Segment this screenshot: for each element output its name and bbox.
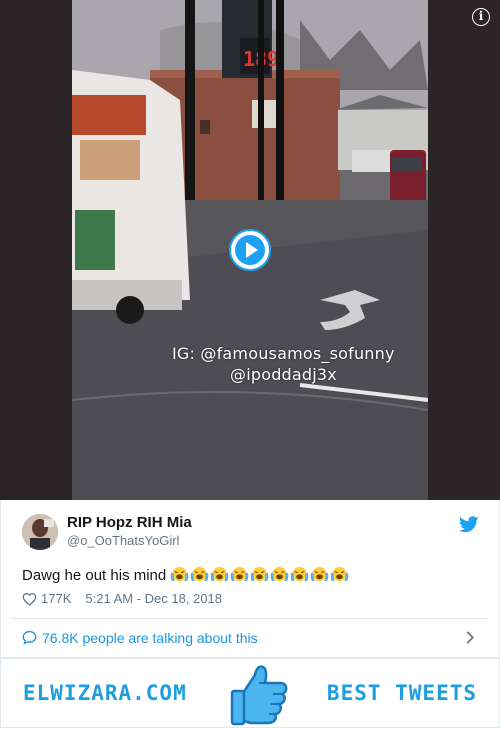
loudly-crying-face-icon xyxy=(311,566,329,582)
tweet-meta: 177K 5:21 AM - Dec 18, 2018 xyxy=(22,591,222,606)
loudly-crying-face-icon xyxy=(331,566,349,582)
play-button[interactable] xyxy=(229,229,271,271)
thumbs-up-icon xyxy=(230,665,288,726)
avatar[interactable] xyxy=(22,514,58,550)
tweet-text-body: Dawg he out his mind xyxy=(22,567,167,584)
video-player[interactable]: 189 i IG: @famousamos_sofunny @ipoddadj3… xyxy=(0,0,500,500)
video-watermark-line1: IG: @famousamos_sofunny xyxy=(172,344,395,363)
video-watermark-line2: @ipoddadj3x xyxy=(230,365,337,384)
best-tweets-label: BEST TWEETS xyxy=(326,681,477,705)
heart-icon[interactable] xyxy=(22,592,37,606)
tweet-text: Dawg he out his mind xyxy=(22,566,350,584)
play-icon xyxy=(235,235,265,265)
loudly-crying-face-icon xyxy=(271,566,289,582)
user-handle[interactable]: @o_OoThatsYoGirl xyxy=(67,533,179,548)
tweet-card[interactable]: RIP Hopz RIH Mia @o_OoThatsYoGirl Dawg h… xyxy=(0,500,500,658)
talking-about-text[interactable]: 76.8K people are talking about this xyxy=(42,630,258,646)
site-banner[interactable]: ELWIZARA.COM BEST TWEETS xyxy=(0,658,500,728)
conversation-link[interactable]: 76.8K people are talking about this xyxy=(1,619,499,657)
info-icon[interactable]: i xyxy=(472,8,490,26)
tweet-timestamp[interactable]: 5:21 AM - Dec 18, 2018 xyxy=(85,591,222,606)
loudly-crying-face-icon xyxy=(191,566,209,582)
loudly-crying-face-icon xyxy=(171,566,189,582)
emoji-row xyxy=(170,566,350,584)
site-name[interactable]: ELWIZARA.COM xyxy=(23,681,187,705)
chat-bubble-icon xyxy=(22,630,37,645)
loudly-crying-face-icon xyxy=(251,566,269,582)
loudly-crying-face-icon xyxy=(291,566,309,582)
like-count[interactable]: 177K xyxy=(41,591,71,606)
loudly-crying-face-icon xyxy=(211,566,229,582)
user-display-name[interactable]: RIP Hopz RIH Mia xyxy=(67,514,192,531)
loudly-crying-face-icon xyxy=(231,566,249,582)
twitter-bird-icon[interactable] xyxy=(459,516,479,533)
chevron-right-icon xyxy=(466,631,475,644)
